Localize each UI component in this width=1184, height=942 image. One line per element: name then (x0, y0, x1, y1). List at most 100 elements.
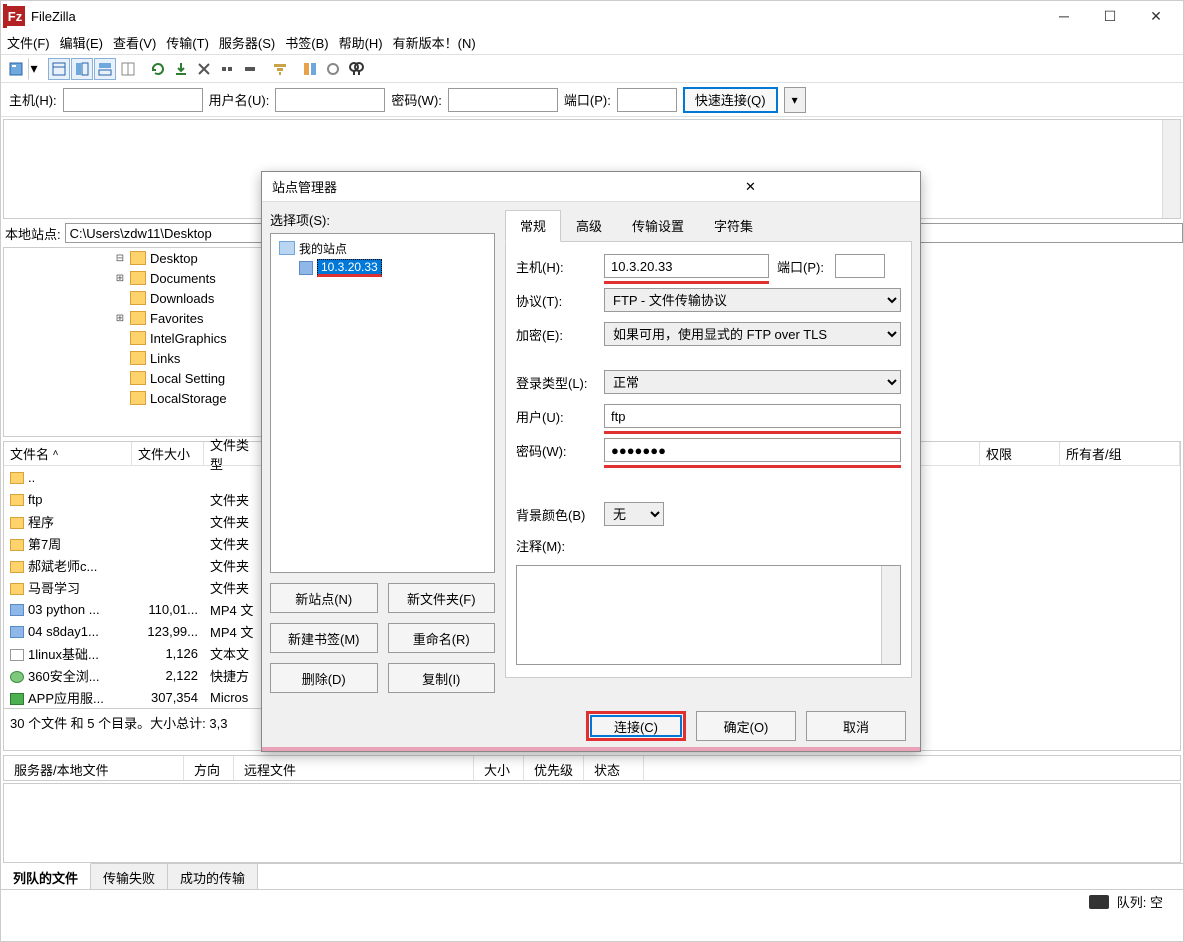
sm-note-label: 注释(M): (516, 536, 596, 555)
qcol-remote[interactable]: 远程文件 (234, 756, 474, 780)
tree-item[interactable]: Downloads (150, 291, 214, 306)
dialog-close-button[interactable]: ✕ (591, 179, 910, 195)
menu-file[interactable]: 文件(F) (7, 33, 50, 52)
sm-pass-input[interactable] (604, 438, 901, 462)
process-queue-icon[interactable] (170, 58, 192, 80)
host-label: 主机(H): (9, 90, 57, 109)
new-site-button[interactable]: 新站点(N) (270, 583, 378, 613)
sm-user-label: 用户(U): (516, 407, 596, 426)
tab-transfer[interactable]: 传输设置 (617, 210, 699, 241)
tab-failed[interactable]: 传输失败 (91, 864, 168, 889)
close-button[interactable]: ✕ (1133, 1, 1179, 31)
queue-body[interactable] (3, 783, 1181, 863)
qcol-status[interactable]: 状态 (584, 756, 644, 780)
sm-user-input[interactable] (604, 404, 901, 428)
sm-pass-label: 密码(W): (516, 441, 596, 460)
username-input[interactable] (275, 88, 385, 112)
toolbar-icon-4[interactable] (117, 58, 139, 80)
cancel-icon[interactable] (193, 58, 215, 80)
site-manager-icon[interactable] (5, 58, 27, 80)
connect-button[interactable]: 连接(C) (586, 711, 686, 741)
site-selected[interactable]: 10.3.20.33 (317, 259, 382, 277)
sm-comments-input[interactable] (516, 565, 901, 665)
reconnect-icon[interactable] (239, 58, 261, 80)
file-icon (10, 693, 24, 705)
toggle-queue-icon[interactable] (94, 58, 116, 80)
file-icon (10, 604, 24, 616)
menu-edit[interactable]: 编辑(E) (60, 33, 103, 52)
tree-item[interactable]: Desktop (150, 251, 198, 266)
local-tree[interactable]: ⊟Desktop ⊞Documents Downloads ⊞Favorites… (3, 247, 263, 437)
sm-enc-select[interactable]: 如果可用，使用显式的 FTP over TLS (604, 322, 901, 346)
filter-icon[interactable] (269, 58, 291, 80)
toggle-tree-icon[interactable] (71, 58, 93, 80)
col-filename[interactable]: 文件名 ˄ (4, 442, 132, 465)
tree-item[interactable]: IntelGraphics (150, 331, 227, 346)
sm-host-input[interactable] (604, 254, 769, 278)
qcol-size[interactable]: 大小 (474, 756, 524, 780)
col-owner[interactable]: 所有者/组 (1060, 442, 1180, 465)
menu-server[interactable]: 服务器(S) (219, 33, 275, 52)
tab-queued[interactable]: 列队的文件 (1, 863, 91, 889)
menu-view[interactable]: 查看(V) (113, 33, 156, 52)
file-icon (10, 626, 24, 638)
sm-login-select[interactable]: 正常 (604, 370, 901, 394)
toolbar: ▾ (1, 55, 1183, 83)
col-perm[interactable]: 权限 (980, 442, 1060, 465)
quickconnect-dropdown[interactable]: ▾ (784, 87, 806, 113)
col-size[interactable]: 文件大小 (132, 442, 204, 465)
ok-button[interactable]: 确定(O) (696, 711, 796, 741)
tab-charset[interactable]: 字符集 (699, 210, 768, 241)
new-folder-button[interactable]: 新文件夹(F) (388, 583, 496, 613)
tree-item[interactable]: Local Setting (150, 371, 225, 386)
app-title: FileZilla (31, 9, 1041, 24)
tab-advanced[interactable]: 高级 (561, 210, 617, 241)
port-label: 端口(P): (564, 90, 611, 109)
refresh-icon[interactable] (147, 58, 169, 80)
tree-item[interactable]: LocalStorage (150, 391, 227, 406)
quickconnect-button[interactable]: 快速连接(Q) (683, 87, 778, 113)
tab-general[interactable]: 常规 (505, 210, 561, 242)
tree-item[interactable]: Favorites (150, 311, 203, 326)
file-icon (10, 671, 24, 683)
qcol-pri[interactable]: 优先级 (524, 756, 584, 780)
disconnect-icon[interactable] (216, 58, 238, 80)
password-input[interactable] (448, 88, 558, 112)
toggle-log-icon[interactable] (48, 58, 70, 80)
menu-update[interactable]: 有新版本！(N) (393, 33, 476, 52)
sites-root-icon (279, 241, 295, 255)
pass-label: 密码(W): (391, 90, 442, 109)
sites-root[interactable]: 我的站点 (299, 240, 347, 257)
sm-port-input[interactable] (835, 254, 885, 278)
host-input[interactable] (63, 88, 203, 112)
menu-transfer[interactable]: 传输(T) (166, 33, 209, 52)
delete-button[interactable]: 删除(D) (270, 663, 378, 693)
sm-proto-select[interactable]: FTP - 文件传输协议 (604, 288, 901, 312)
tree-item[interactable]: Links (150, 351, 180, 366)
col-type[interactable]: 文件类型 (204, 442, 264, 465)
folder-icon (130, 331, 146, 345)
compare-icon[interactable] (299, 58, 321, 80)
qcol-server[interactable]: 服务器/本地文件 (4, 756, 184, 780)
menu-help[interactable]: 帮助(H) (339, 33, 383, 52)
rename-button[interactable]: 重命名(R) (388, 623, 496, 653)
titlebar: Fz FileZilla ─ ☐ ✕ (1, 1, 1183, 31)
folder-icon (130, 311, 146, 325)
tab-success[interactable]: 成功的传输 (168, 864, 258, 889)
copy-button[interactable]: 复制(I) (388, 663, 496, 693)
sync-icon[interactable] (322, 58, 344, 80)
maximize-button[interactable]: ☐ (1087, 1, 1133, 31)
sm-port-label: 端口(P): (777, 257, 827, 276)
scrollbar[interactable] (1162, 120, 1180, 218)
qcol-dir[interactable]: 方向 (184, 756, 234, 780)
tree-item[interactable]: Documents (150, 271, 216, 286)
menu-bookmarks[interactable]: 书签(B) (285, 33, 328, 52)
minimize-button[interactable]: ─ (1041, 1, 1087, 31)
search-icon[interactable] (345, 58, 367, 80)
port-input[interactable] (617, 88, 677, 112)
site-tree[interactable]: 我的站点 10.3.20.33 (270, 233, 495, 573)
site-dropdown-icon[interactable]: ▾ (28, 58, 40, 80)
new-bookmark-button[interactable]: 新建书签(M) (270, 623, 378, 653)
sm-bg-select[interactable]: 无 (604, 502, 664, 526)
cancel-button[interactable]: 取消 (806, 711, 906, 741)
